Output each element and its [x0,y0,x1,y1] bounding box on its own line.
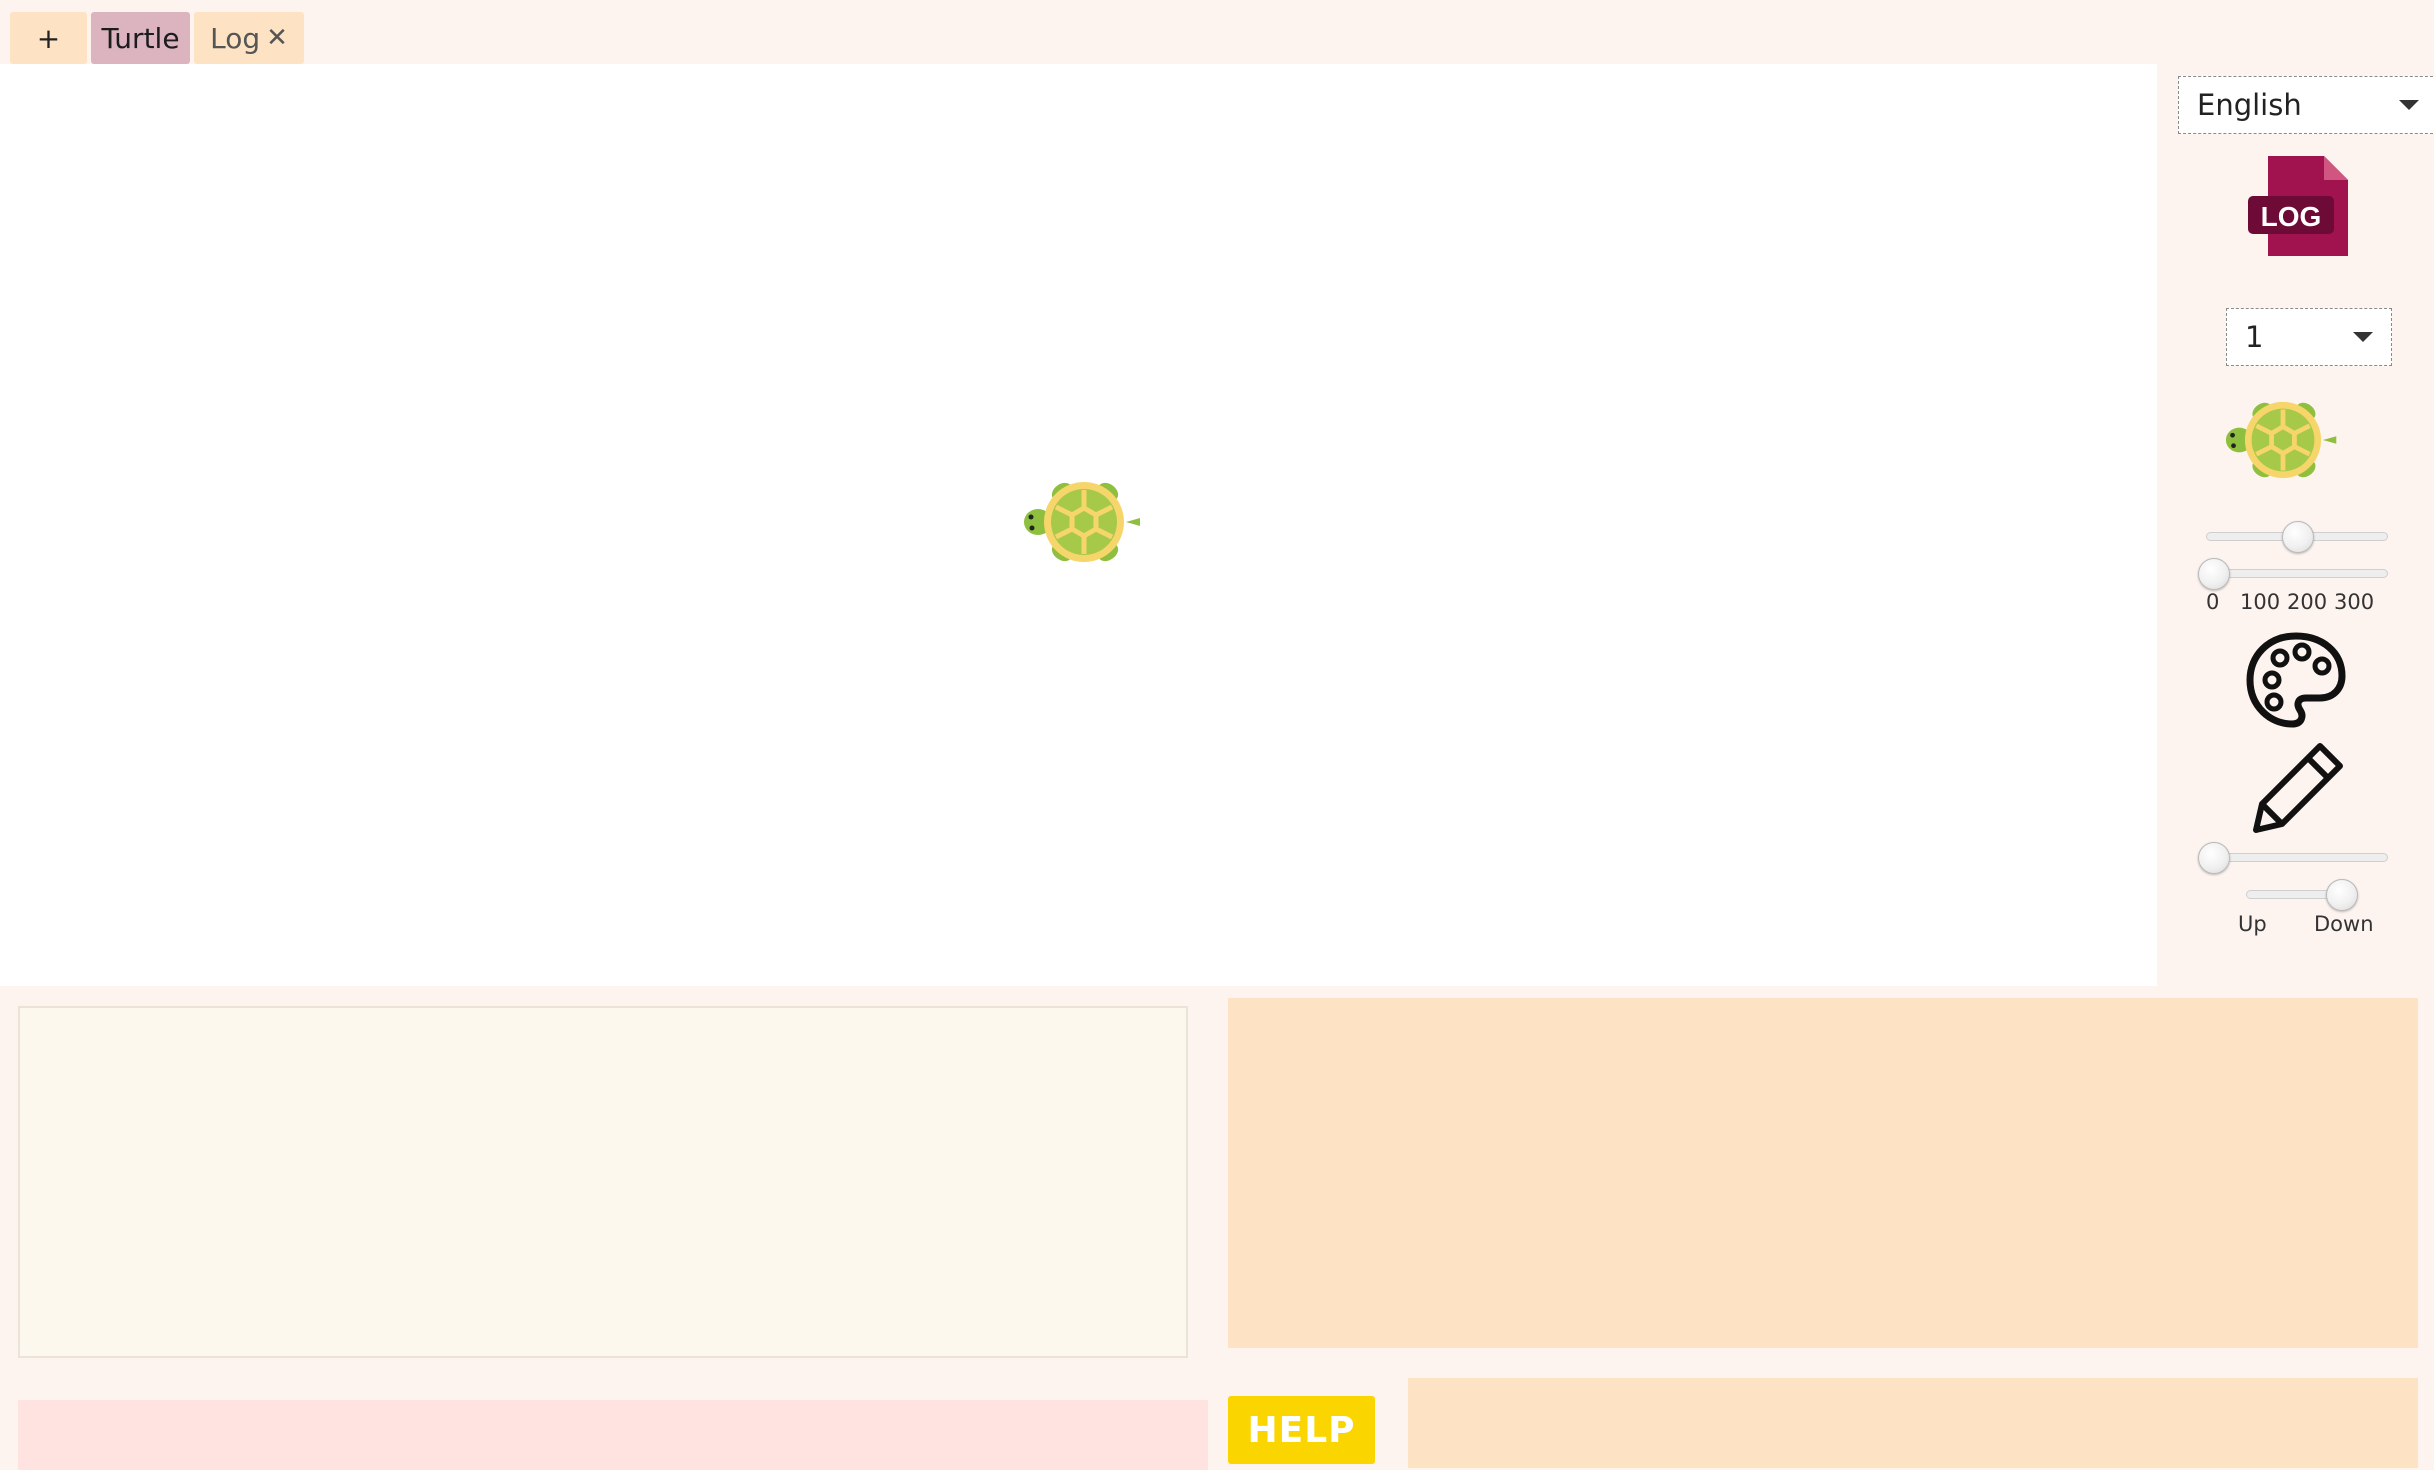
pen-width-slider-thumb[interactable] [2198,842,2230,874]
turtle-preview-icon [2225,401,2337,479]
tab-log[interactable]: Log ✕ [194,12,304,64]
turtle-icon [1024,482,1140,562]
delay-slider-thumb[interactable] [2198,558,2230,590]
tab-log-label: Log [210,21,261,55]
speed-slider-thumb[interactable] [2282,521,2314,553]
add-tab-button[interactable]: + [10,12,87,64]
pen-up-label: Up [2238,912,2267,936]
tick-label: 100 [2240,590,2281,614]
log-icon-text: LOG [2261,201,2322,232]
help-label: HELP [1247,1409,1356,1451]
add-tab-label: + [36,21,61,55]
tab-turtle-label: Turtle [101,21,180,55]
log-file-icon[interactable]: LOG [2246,154,2356,258]
tab-turtle[interactable]: Turtle [91,12,190,64]
chevron-down-icon [2399,100,2419,110]
pen-width-slider-track[interactable] [2204,853,2388,862]
tick-label: 0 [2206,590,2220,614]
delay-slider-track[interactable] [2204,569,2388,578]
turtle-canvas[interactable] [0,64,2157,986]
pencil-icon[interactable] [2250,740,2350,836]
output-panel [18,1400,1208,1470]
pen-toggle-track[interactable] [2246,890,2338,899]
tick-label: 300 [2334,590,2375,614]
command-panel [1228,998,2418,1348]
turtle-select[interactable]: 1 [2226,308,2392,366]
turtle-select-value: 1 [2245,320,2264,354]
code-editor[interactable] [18,1006,1188,1358]
chevron-down-icon [2353,332,2373,342]
palette-icon[interactable] [2244,630,2348,730]
pen-toggle-thumb[interactable] [2326,879,2358,911]
language-value: English [2197,88,2302,122]
close-icon[interactable]: ✕ [266,23,288,53]
pen-down-label: Down [2314,912,2374,936]
language-select[interactable]: English [2178,76,2434,134]
help-button[interactable]: HELP [1228,1396,1375,1464]
tick-label: 200 [2287,590,2328,614]
info-panel [1408,1378,2418,1468]
